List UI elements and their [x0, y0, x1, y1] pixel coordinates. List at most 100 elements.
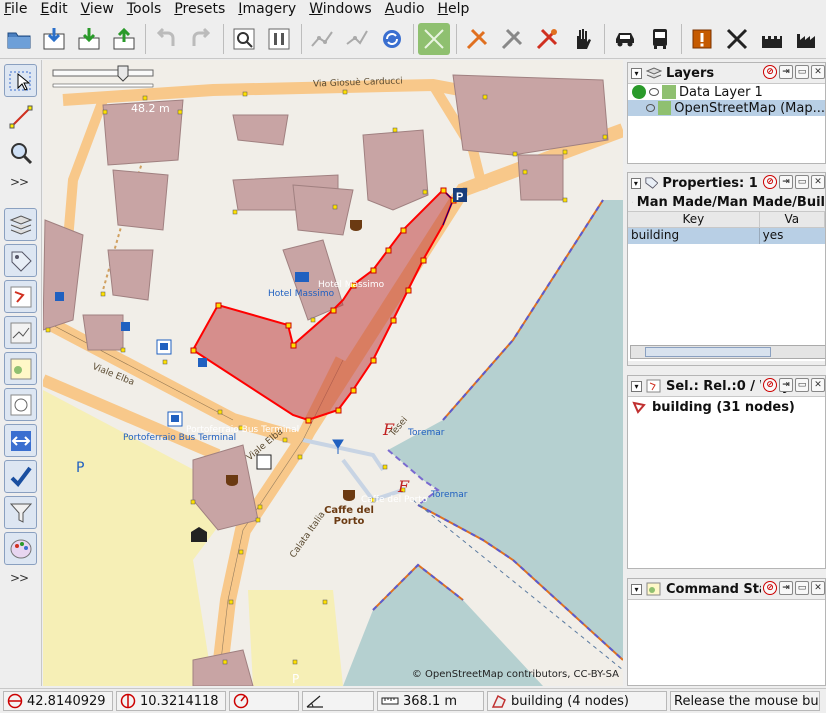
zoom-tool-button[interactable] — [4, 136, 37, 169]
selection-panel-header[interactable]: ▾ Sel.: Rel.:0 / Ways ⊘ ⇥ ▭ ✕ — [628, 376, 825, 396]
bus-button[interactable] — [644, 23, 676, 55]
taxi-icon[interactable] — [256, 454, 272, 470]
panel-pin-icon[interactable]: ⇥ — [779, 65, 793, 79]
zoom-to-selection-button[interactable] — [228, 23, 260, 55]
layers-icon — [646, 67, 662, 79]
key-column-header[interactable]: Key — [628, 212, 760, 227]
panel-detach-icon[interactable]: ✕ — [811, 175, 825, 189]
zoom-slider-handle[interactable] — [117, 65, 129, 82]
align-button[interactable] — [496, 23, 528, 55]
shortcut-button[interactable] — [531, 23, 563, 55]
folder-icon — [7, 32, 31, 48]
validate-toggle-button[interactable] — [4, 460, 37, 493]
tag-row[interactable]: building yes — [628, 228, 825, 244]
menu-edit[interactable]: Edit — [40, 1, 67, 17]
open-file-button[interactable] — [3, 23, 35, 55]
castle-button[interactable] — [756, 23, 788, 55]
select-tool-button[interactable] — [4, 64, 37, 97]
changeset-toggle-button[interactable] — [4, 388, 37, 421]
map-paint-button[interactable] — [461, 23, 493, 55]
split-way-button[interactable] — [306, 23, 338, 55]
josm-window: File Edit View Tools Presets Imagery Windows Au… — [0, 0, 826, 713]
panel-minimize-icon[interactable]: ▭ — [795, 175, 809, 189]
menubar: File Edit View Tools Presets Imagery Windows Au… — [0, 0, 826, 18]
warning-button[interactable] — [686, 23, 718, 55]
relations-toggle-button[interactable] — [4, 280, 37, 313]
more-tools-expander[interactable]: >> — [10, 175, 29, 189]
layer-row[interactable]: Data Layer 1 — [628, 84, 825, 100]
menu-audio[interactable]: Audio — [385, 1, 425, 17]
panel-minimize-icon[interactable]: ▭ — [795, 65, 809, 79]
visibility-eye-icon[interactable] — [646, 104, 656, 112]
command-stack-header[interactable]: ▾ Command Stack ⊘ ⇥ ▭ ✕ — [628, 579, 825, 599]
tools-cross-button[interactable] — [721, 23, 753, 55]
validator-toggle-button[interactable] — [4, 316, 37, 349]
upload-button[interactable] — [108, 23, 140, 55]
combine-way-button[interactable] — [341, 23, 373, 55]
properties-panel: ▾ Properties: 1 / Membe ⊘ ⇥ ▭ ✕ Man Made… — [627, 172, 826, 366]
undo-button[interactable] — [150, 23, 182, 55]
palette-icon — [10, 539, 31, 558]
menu-file[interactable]: File — [4, 1, 27, 17]
panel-pin-icon[interactable]: ⇥ — [779, 581, 793, 595]
hotel-icon[interactable] — [295, 272, 309, 282]
layer-row[interactable]: OpenStreetMap (Map... — [628, 100, 825, 116]
collapse-icon[interactable]: ▾ — [631, 380, 642, 392]
collapse-icon[interactable]: ▾ — [631, 177, 641, 189]
panel-minimize-icon[interactable]: ▭ — [795, 378, 809, 392]
filter-button[interactable] — [4, 496, 37, 529]
factory-button[interactable] — [791, 23, 823, 55]
heading-field — [229, 691, 299, 711]
filter-toggle-button[interactable] — [4, 352, 37, 385]
map-view[interactable]: P F F 48.2 m Via Giosuè Carducci Viale E… — [43, 60, 623, 686]
cafe-icon[interactable] — [350, 220, 362, 231]
panel-close-icon[interactable]: ⊘ — [763, 378, 777, 392]
map-style-button[interactable] — [4, 532, 37, 565]
value-column-header[interactable]: Va — [760, 212, 825, 227]
more-panels-expander[interactable]: >> — [10, 571, 29, 585]
menu-presets[interactable]: Presets — [174, 1, 225, 17]
menu-imagery[interactable]: Imagery — [238, 1, 296, 17]
cafe-icon[interactable] — [226, 475, 238, 486]
collapse-icon[interactable]: ▾ — [631, 583, 642, 595]
panel-detach-icon[interactable]: ✕ — [811, 378, 825, 392]
panel-pin-icon[interactable]: ⇥ — [779, 378, 793, 392]
panel-pin-icon[interactable]: ⇥ — [779, 175, 793, 189]
panel-minimize-icon[interactable]: ▭ — [795, 581, 809, 595]
menu-view[interactable]: View — [81, 1, 114, 17]
scrollbar-thumb[interactable] — [645, 347, 771, 357]
main-toolbar — [0, 19, 826, 59]
properties-toggle-button[interactable] — [4, 244, 37, 277]
reverse-way-button[interactable] — [376, 23, 408, 55]
layers-toggle-button[interactable] — [4, 208, 37, 241]
cafe-icon[interactable] — [343, 490, 355, 501]
panel-close-icon[interactable]: ⊘ — [763, 175, 777, 189]
visibility-eye-icon[interactable] — [649, 88, 659, 96]
layer-name: OpenStreetMap (Map... — [674, 100, 825, 116]
properties-panel-header[interactable]: ▾ Properties: 1 / Membe ⊘ ⇥ ▭ ✕ — [628, 173, 825, 193]
download-button[interactable] — [73, 23, 105, 55]
layers-panel-header[interactable]: ▾ Layers ⊘ ⇥ ▭ ✕ — [628, 63, 825, 83]
data-layer-icon — [662, 85, 676, 99]
horizontal-scrollbar[interactable] — [630, 345, 825, 359]
building-icon — [632, 201, 633, 203]
selection-item[interactable]: building (31 nodes) — [628, 397, 825, 417]
save-button[interactable] — [38, 23, 70, 55]
panel-detach-icon[interactable]: ✕ — [811, 65, 825, 79]
menu-windows[interactable]: Windows — [309, 1, 372, 17]
menu-help[interactable]: Help — [438, 1, 470, 17]
hand-button[interactable] — [566, 23, 598, 55]
collapse-icon[interactable]: ▾ — [631, 67, 642, 79]
menu-tools[interactable]: Tools — [127, 1, 162, 17]
draw-tool-button[interactable] — [4, 100, 37, 133]
active-check-icon[interactable] — [632, 85, 646, 99]
imagery-button[interactable] — [418, 22, 451, 55]
panel-close-icon[interactable]: ⊘ — [763, 65, 777, 79]
map-canvas[interactable]: P F F — [43, 60, 623, 686]
panel-detach-icon[interactable]: ✕ — [811, 581, 825, 595]
preferences-button[interactable] — [263, 23, 295, 55]
car-button[interactable] — [609, 23, 641, 55]
merge-toggle-button[interactable] — [4, 424, 37, 457]
redo-button[interactable] — [185, 23, 217, 55]
panel-close-icon[interactable]: ⊘ — [763, 581, 777, 595]
